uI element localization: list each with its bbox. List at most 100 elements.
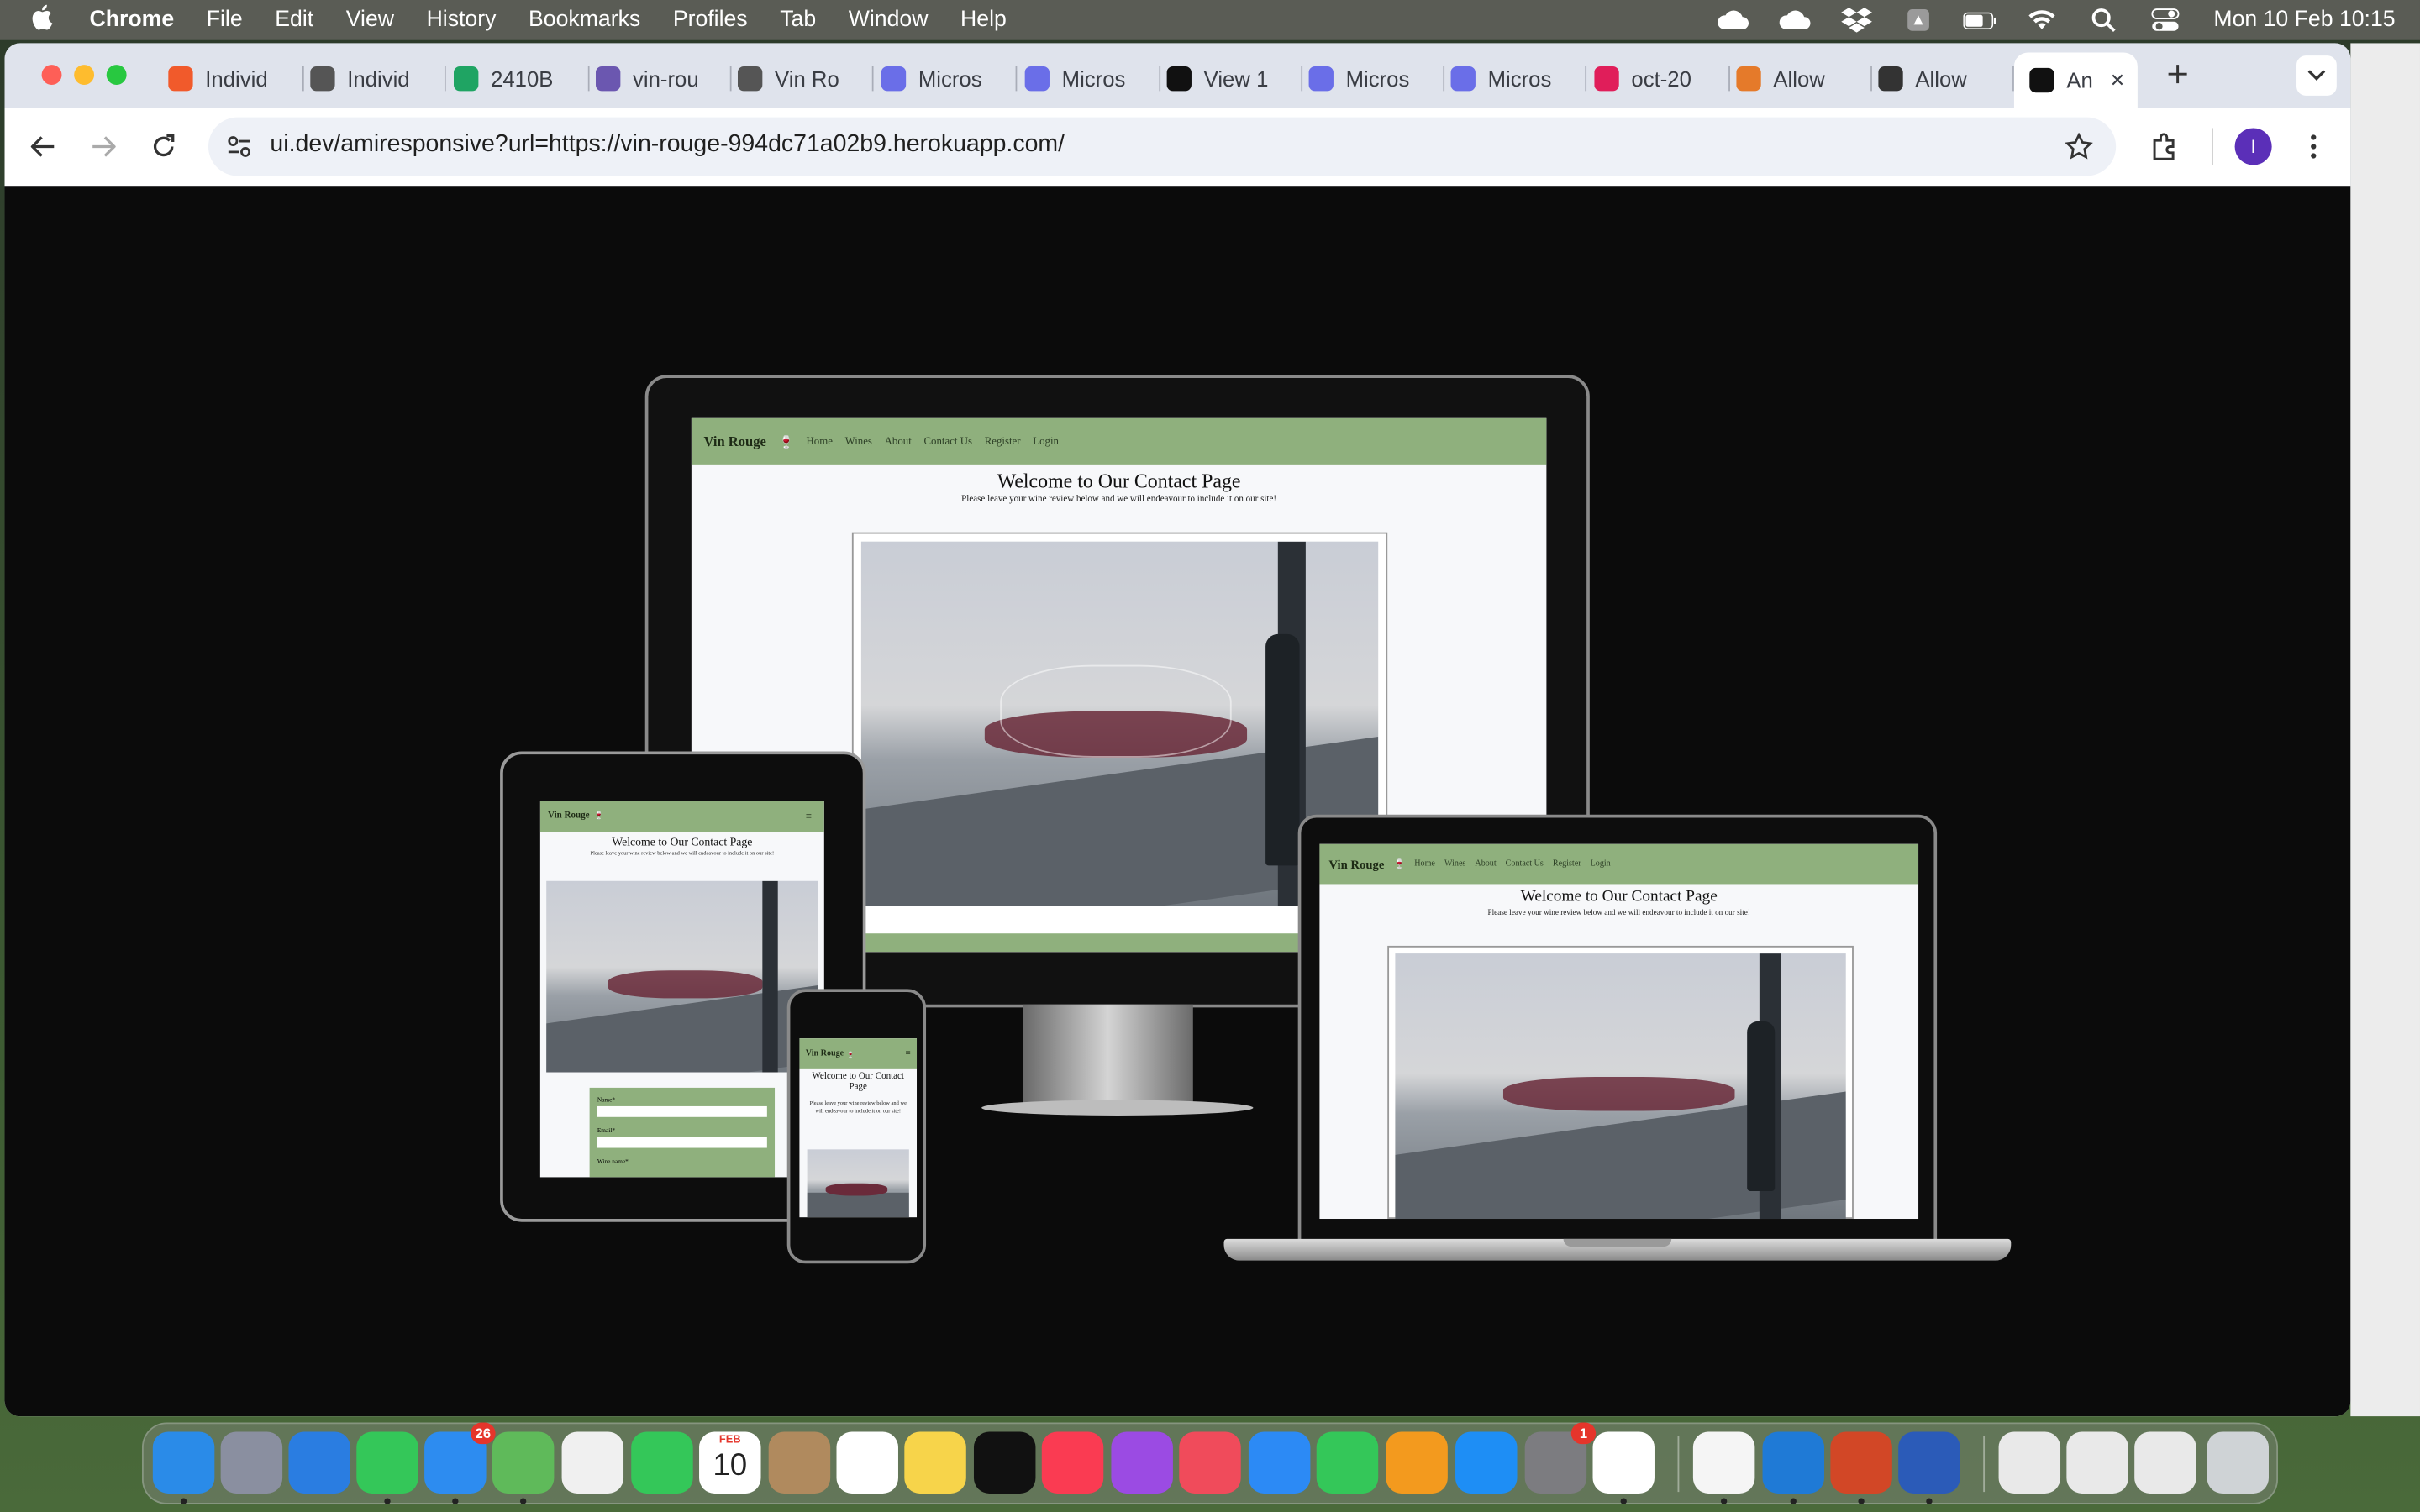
vscode-icon[interactable] [1762, 1431, 1825, 1494]
tab-8[interactable]: View 1 [1166, 55, 1303, 102]
podcasts-icon[interactable] [1111, 1431, 1173, 1494]
laptop-nav-contact[interactable]: Contact Us [1506, 859, 1544, 869]
tab-3[interactable]: 2410B [453, 55, 590, 102]
menu-help[interactable]: Help [960, 8, 1007, 32]
forward-button[interactable] [85, 128, 122, 165]
app-store-icon[interactable] [1455, 1431, 1518, 1494]
minimize-window-button[interactable] [74, 65, 95, 86]
phone-hamburger-icon[interactable]: ≡ [905, 1049, 910, 1058]
laptop-nav-login[interactable]: Login [1591, 859, 1611, 869]
close-window-button[interactable] [41, 65, 62, 86]
form-email-input[interactable] [597, 1137, 767, 1148]
laptop-nav-about[interactable]: About [1475, 859, 1496, 869]
menu-edit[interactable]: Edit [275, 8, 313, 32]
reload-button[interactable] [145, 128, 182, 165]
nav-about[interactable]: About [885, 435, 912, 448]
pages-icon[interactable] [1386, 1431, 1448, 1494]
nav-login[interactable]: Login [1033, 435, 1059, 448]
laptop-brand[interactable]: Vin Rouge [1328, 857, 1384, 871]
finder-icon[interactable] [152, 1431, 215, 1494]
photos-icon[interactable] [561, 1431, 624, 1494]
music-icon[interactable] [1041, 1431, 1104, 1494]
system-settings-icon[interactable]: 1 [1524, 1422, 1597, 1494]
numbers-icon[interactable] [1316, 1431, 1379, 1494]
bookmark-star-icon[interactable] [2060, 128, 2097, 165]
nav-home[interactable]: Home [806, 435, 832, 448]
laptop-nav-wines[interactable]: Wines [1444, 859, 1465, 869]
icloud-icon[interactable] [1717, 8, 1750, 32]
reminders-icon[interactable] [836, 1431, 898, 1494]
menu-view[interactable]: View [346, 8, 394, 32]
extensions-icon[interactable] [2145, 128, 2182, 165]
downloads-stack-icon[interactable] [1998, 1431, 2061, 1494]
apple-menu-icon[interactable] [31, 3, 62, 37]
menu-tab[interactable]: Tab [780, 8, 816, 32]
notes-icon[interactable] [904, 1431, 966, 1494]
facetime-icon[interactable] [631, 1431, 693, 1494]
tab-14[interactable]: An ✕ [2013, 52, 2138, 108]
chrome-icon[interactable] [1592, 1431, 1655, 1494]
messages-icon[interactable] [356, 1431, 418, 1494]
tab-4[interactable]: vin-rou [595, 55, 732, 102]
nav-wines[interactable]: Wines [845, 435, 872, 448]
document-stack-icon[interactable] [2066, 1431, 2128, 1494]
menu-bookmarks[interactable]: Bookmarks [529, 8, 640, 32]
tab-1[interactable]: Individ [168, 55, 304, 102]
drive-icon[interactable] [1902, 8, 1935, 32]
nav-contact[interactable]: Contact Us [923, 435, 972, 448]
menu-window[interactable]: Window [849, 8, 929, 32]
menu-clock[interactable]: Mon 10 Feb 10:15 [2213, 8, 2395, 32]
tab-2[interactable]: Individ [310, 55, 446, 102]
tab-6[interactable]: Micros [881, 55, 1018, 102]
laptop-nav-home[interactable]: Home [1414, 859, 1435, 869]
launchpad-icon[interactable] [220, 1431, 283, 1494]
tab-12[interactable]: Allow [1736, 55, 1872, 102]
more-menu-icon[interactable] [2295, 128, 2332, 165]
menu-history[interactable]: History [427, 8, 497, 32]
trash-icon[interactable] [2207, 1431, 2269, 1494]
tab-9[interactable]: Micros [1308, 55, 1445, 102]
word-icon[interactable] [1898, 1431, 1960, 1494]
menu-app-name[interactable]: Chrome [90, 8, 175, 32]
laptop-nav-register[interactable]: Register [1553, 859, 1581, 869]
back-button[interactable] [24, 128, 61, 165]
close-tab-icon[interactable]: ✕ [2110, 70, 2125, 92]
tab-10[interactable]: Micros [1450, 55, 1587, 102]
tab-7[interactable]: Micros [1024, 55, 1161, 102]
mail-icon[interactable]: 26 [424, 1422, 496, 1494]
news-icon[interactable] [1179, 1431, 1241, 1494]
calendar-icon[interactable]: FEB 10 [699, 1431, 761, 1494]
new-tab-button[interactable] [2160, 55, 2196, 92]
phone-brand[interactable]: Vin Rouge [806, 1049, 844, 1058]
battery-icon[interactable] [1963, 8, 1997, 32]
contacts-icon[interactable] [768, 1431, 831, 1494]
screenshot-stack-icon[interactable] [2134, 1431, 2196, 1494]
tab-5[interactable]: Vin Ro [737, 55, 874, 102]
me-icon[interactable] [1692, 1431, 1755, 1494]
wifi-icon[interactable] [2025, 8, 2059, 32]
tab-11[interactable]: oct-20 [1594, 55, 1730, 102]
nav-register[interactable]: Register [985, 435, 1021, 448]
profile-avatar[interactable]: I [2234, 128, 2272, 165]
menu-file[interactable]: File [207, 8, 243, 32]
address-bar[interactable]: ui.dev/amiresponsive?url=https://vin-rou… [208, 117, 2117, 176]
control-center-icon[interactable] [2149, 8, 2182, 32]
zoom-window-button[interactable] [106, 65, 127, 86]
url-text[interactable]: ui.dev/amiresponsive?url=https://vin-rou… [270, 131, 1065, 159]
hamburger-menu-icon[interactable]: ≡ [806, 810, 812, 822]
keynote-icon[interactable] [1248, 1431, 1311, 1494]
menu-profiles[interactable]: Profiles [673, 8, 748, 32]
maps-icon[interactable] [492, 1431, 555, 1494]
dropbox-icon[interactable] [1840, 8, 1874, 33]
apple-tv-icon[interactable] [973, 1431, 1036, 1494]
tab-13[interactable]: Allow [1878, 55, 2014, 102]
tablet-brand[interactable]: Vin Rouge [548, 811, 590, 821]
tab-search-button[interactable] [2296, 55, 2337, 96]
form-name-input[interactable] [597, 1105, 767, 1117]
site-brand[interactable]: Vin Rouge [704, 433, 766, 449]
cloud-icon[interactable] [1778, 8, 1812, 32]
search-icon[interactable] [2087, 8, 2121, 33]
powerpoint-icon[interactable] [1830, 1431, 1892, 1494]
site-settings-icon[interactable] [221, 128, 258, 165]
safari-icon[interactable] [288, 1431, 350, 1494]
